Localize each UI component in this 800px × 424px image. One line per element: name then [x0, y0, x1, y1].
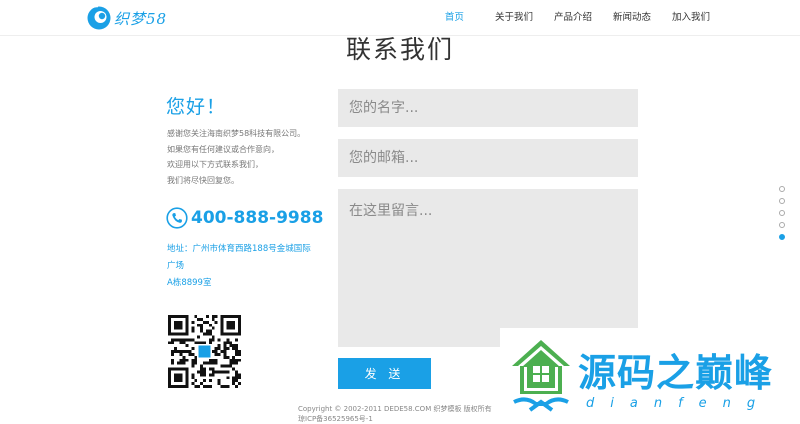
pager-dot[interactable] — [779, 210, 785, 216]
phone-number[interactable]: 400-888-9988 — [191, 208, 323, 228]
email-input[interactable] — [338, 139, 638, 177]
pager-dot[interactable] — [779, 186, 785, 192]
name-input[interactable] — [338, 89, 638, 127]
site-logo[interactable]: 织梦58 — [86, 5, 167, 31]
address-block: 地址：广州市体育西路188号金城国际 广场 A栋8899室 — [167, 241, 337, 292]
qr-code-image — [168, 315, 241, 388]
intro-line: 我们将尽快回复您。 — [167, 175, 239, 185]
watermark-title: 源码之巅峰 — [578, 350, 774, 395]
intro-line: 如果您有任何建议或合作意向， — [167, 144, 279, 154]
phone-icon — [166, 207, 188, 229]
intro-line: 感谢您关注海南织梦58科技有限公司。 — [167, 129, 306, 138]
intro-line: 欢迎用以下方式联系我们， — [167, 160, 263, 169]
pager-dot[interactable] — [779, 198, 785, 204]
logo-text: 织梦58 — [114, 9, 168, 28]
address-line: A栋8899室 — [167, 278, 212, 288]
message-textarea[interactable] — [338, 189, 638, 347]
pager-dot[interactable] — [779, 222, 785, 228]
pager-dot[interactable] — [779, 234, 785, 240]
page-title: 联系我们 — [345, 35, 454, 64]
address-line: 地址：广州市体育西路188号金城国际 — [167, 244, 311, 254]
logo-swirl-icon — [87, 5, 111, 30]
address-line: 广场 — [167, 261, 185, 271]
section-pager — [779, 186, 785, 246]
phone-block: 400-888-9988 — [166, 207, 323, 229]
send-button[interactable]: 发 送 — [338, 358, 431, 389]
watermark-subtitle: dianfeng — [586, 396, 772, 411]
watermark: 源码之巅峰 dianfeng — [500, 328, 800, 424]
house-handshake-icon — [512, 340, 570, 412]
intro-text: 感谢您关注海南织梦58科技有限公司。 如果您有任何建议或合作意向， 欢迎用以下方… — [167, 126, 337, 188]
greeting-heading: 您好！ — [166, 96, 227, 118]
